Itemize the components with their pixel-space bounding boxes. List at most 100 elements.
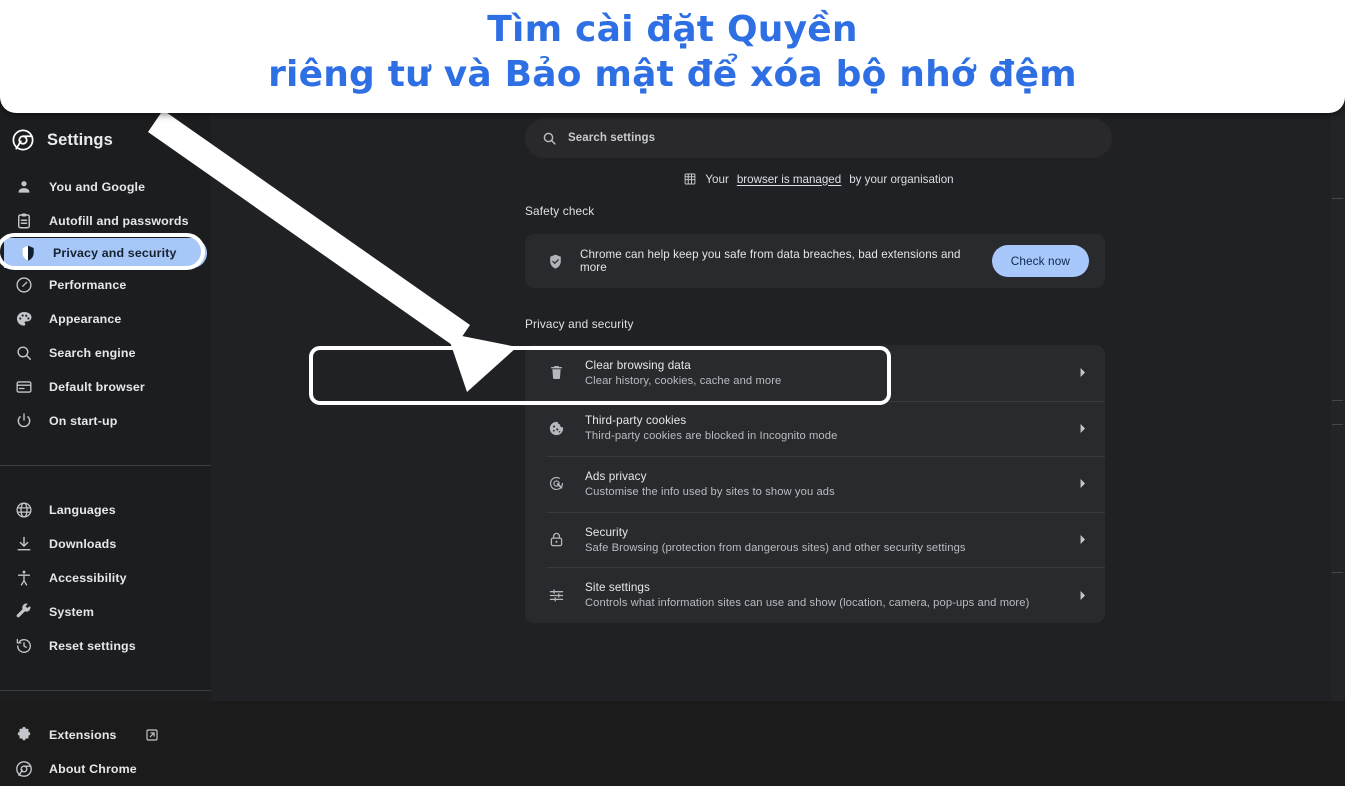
cookie-icon xyxy=(547,419,565,437)
search-icon xyxy=(542,131,557,146)
sidebar-item-label: System xyxy=(49,605,94,619)
chevron-right-icon xyxy=(1078,535,1087,545)
edge-mark xyxy=(1332,572,1343,573)
accessibility-icon xyxy=(14,569,33,588)
sidebar-item-label: Downloads xyxy=(49,537,117,551)
banner-line-1: Tìm cài đặt Quyền xyxy=(487,8,858,50)
enterprise-building-icon xyxy=(683,172,697,186)
shield-check-icon xyxy=(547,253,564,270)
power-icon xyxy=(14,412,33,431)
sidebar-item-label: Extensions xyxy=(49,728,117,742)
sidebar-item-on-start-up[interactable]: On start-up xyxy=(0,404,211,438)
managed-prefix: Your xyxy=(705,172,729,186)
speedometer-icon xyxy=(14,276,33,295)
sidebar-item-label: Autofill and passwords xyxy=(49,214,189,228)
search-input-placeholder: Search settings xyxy=(568,132,656,144)
chrome-logo-icon xyxy=(14,760,33,779)
row-subtitle: Clear history, cookies, cache and more xyxy=(585,374,782,387)
puzzle-icon xyxy=(14,726,33,745)
edge-mark xyxy=(1332,400,1343,401)
sidebar-item-label: On start-up xyxy=(49,414,118,428)
sidebar-item-downloads[interactable]: Downloads xyxy=(0,527,211,561)
clipboard-icon xyxy=(14,212,33,231)
safety-check-section-title: Safety check xyxy=(525,204,595,218)
sidebar-item-performance[interactable]: Performance xyxy=(0,268,211,302)
trash-icon xyxy=(547,364,565,382)
sidebar-item-accessibility[interactable]: Accessibility xyxy=(0,561,211,595)
edge-mark xyxy=(1332,424,1343,425)
sidebar-item-default-browser[interactable]: Default browser xyxy=(0,370,211,404)
sidebar-item-label: About Chrome xyxy=(49,762,137,776)
row-subtitle: Third-party cookies are blocked in Incog… xyxy=(585,430,838,443)
banner-line-2: riêng tư và Bảo mật để xóa bộ nhớ đệm xyxy=(268,53,1077,95)
row-clear-browsing-data[interactable]: Clear browsing data Clear history, cooki… xyxy=(525,345,1105,401)
chevron-right-icon xyxy=(1078,423,1087,433)
sidebar-item-privacy-and-security[interactable]: Privacy and security xyxy=(4,238,207,268)
sidebar-item-label: Default browser xyxy=(49,380,145,394)
row-text: Site settings Controls what information … xyxy=(585,581,1058,609)
settings-brand: Settings xyxy=(0,122,113,158)
sidebar-item-label: Languages xyxy=(49,503,116,517)
sidebar-item-appearance[interactable]: Appearance xyxy=(0,302,211,336)
sidebar-item-label: Privacy and security xyxy=(53,246,177,260)
row-subtitle: Safe Browsing (protection from dangerous… xyxy=(585,541,966,554)
row-title: Clear browsing data xyxy=(585,358,691,372)
row-title: Site settings xyxy=(585,581,650,595)
privacy-and-security-card: Clear browsing data Clear history, cooki… xyxy=(525,345,1105,623)
chevron-right-icon xyxy=(1078,590,1087,600)
browser-is-managed-link[interactable]: browser is managed xyxy=(737,173,841,186)
sidebar-item-search-engine[interactable]: Search engine xyxy=(0,336,211,370)
wrench-icon xyxy=(14,603,33,622)
edge-mark xyxy=(1332,198,1343,199)
sidebar-item-label: Search engine xyxy=(49,346,136,360)
sidebar-item-autofill-and-passwords[interactable]: Autofill and passwords xyxy=(0,204,211,238)
person-icon xyxy=(14,178,33,197)
sliders-icon xyxy=(547,586,565,604)
check-now-button[interactable]: Check now xyxy=(991,245,1089,277)
instruction-banner: Tìm cài đặt Quyền riêng tư và Bảo mật để… xyxy=(0,0,1345,113)
window-icon xyxy=(14,378,33,397)
managed-suffix: by your organisation xyxy=(849,172,954,186)
palette-icon xyxy=(14,310,33,329)
sidebar-item-languages[interactable]: Languages xyxy=(0,493,211,527)
chevron-right-icon xyxy=(1078,479,1087,489)
row-subtitle: Controls what information sites can use … xyxy=(585,597,1030,610)
sidebar-item-label: You and Google xyxy=(49,180,146,194)
sidebar-item-reset-settings[interactable]: Reset settings xyxy=(0,629,211,663)
history-icon xyxy=(14,637,33,656)
sidebar-nav: You and Google Autofill and passwords Pr… xyxy=(0,170,211,786)
sidebar-item-you-and-google[interactable]: You and Google xyxy=(0,170,211,204)
row-security[interactable]: Security Safe Browsing (protection from … xyxy=(525,511,1105,568)
sidebar-item-system[interactable]: System xyxy=(0,595,211,629)
safety-check-description: Chrome can help keep you safe from data … xyxy=(580,248,961,274)
row-subtitle: Customise the info used by sites to show… xyxy=(585,485,835,498)
chrome-logo-icon xyxy=(12,129,34,151)
row-title: Security xyxy=(585,525,629,539)
row-text: Ads privacy Customise the info used by s… xyxy=(585,470,1058,498)
globe-icon xyxy=(14,501,33,520)
sidebar-item-label: Accessibility xyxy=(49,571,127,585)
sidebar-item-label: Performance xyxy=(49,278,127,292)
row-title: Third-party cookies xyxy=(585,414,687,428)
external-link-icon xyxy=(145,726,159,745)
sidebar-item-extensions[interactable]: Extensions xyxy=(0,718,211,752)
ads-privacy-icon xyxy=(547,475,565,493)
row-ads-privacy[interactable]: Ads privacy Customise the info used by s… xyxy=(525,456,1105,512)
chevron-right-icon xyxy=(1078,368,1087,378)
row-text: Security Safe Browsing (protection from … xyxy=(585,526,1058,554)
sidebar-item-label: Appearance xyxy=(49,312,122,326)
lock-icon xyxy=(547,531,565,549)
row-site-settings[interactable]: Site settings Controls what information … xyxy=(525,567,1105,623)
search-settings-field[interactable]: Search settings xyxy=(525,118,1112,158)
privacy-and-security-section-title: Privacy and security xyxy=(525,317,634,331)
sidebar-item-about-chrome[interactable]: About Chrome xyxy=(0,752,211,786)
sidebar-item-label: Reset settings xyxy=(49,639,136,653)
shield-icon xyxy=(18,244,37,263)
row-third-party-cookies[interactable]: Third-party cookies Third-party cookies … xyxy=(525,400,1105,457)
magnifier-icon xyxy=(14,344,33,363)
row-text: Third-party cookies Third-party cookies … xyxy=(585,414,1058,442)
